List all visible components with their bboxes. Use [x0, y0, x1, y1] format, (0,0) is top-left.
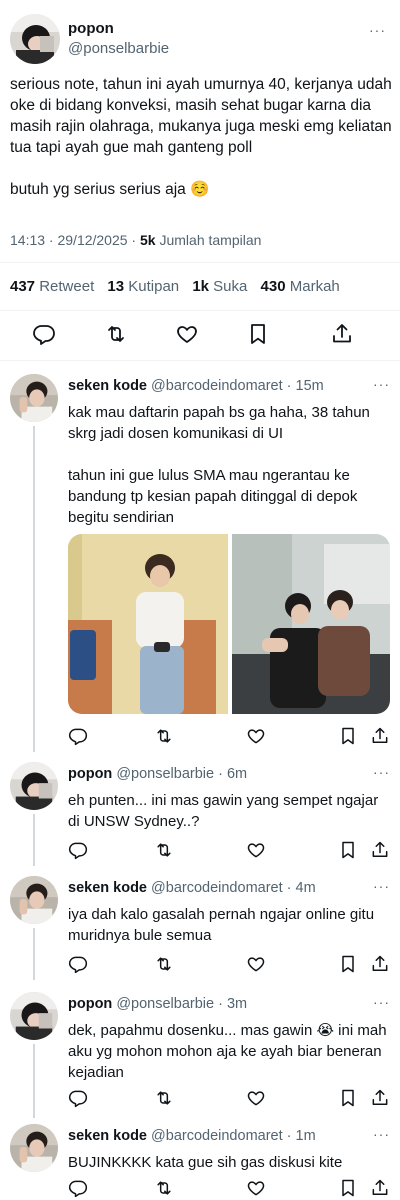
- bookmark-icon[interactable]: [338, 1178, 358, 1198]
- like-icon[interactable]: [246, 1178, 266, 1198]
- reply-icon[interactable]: [68, 726, 88, 746]
- reply-actions: [68, 1178, 390, 1200]
- bookmark-icon[interactable]: [338, 954, 358, 974]
- views-label: Jumlah tampilan: [159, 232, 262, 248]
- reply-header: popon @ponselbarbie · 6m: [68, 766, 247, 782]
- tweet-text: serious note, tahun ini ayah umurnya 40,…: [10, 76, 392, 198]
- author-name[interactable]: seken kode: [68, 880, 147, 896]
- bookmark-icon[interactable]: [246, 322, 270, 346]
- reply-text: BUJINKKKK kata gue sih gas diskusi kite: [68, 1154, 343, 1171]
- reply-actions: [68, 726, 390, 750]
- divider: [0, 360, 400, 361]
- like-icon[interactable]: [246, 840, 266, 860]
- retweet-icon[interactable]: [104, 322, 128, 346]
- more-options-icon[interactable]: ···: [373, 878, 390, 894]
- share-icon[interactable]: [370, 1088, 390, 1108]
- thread-line: [33, 1044, 35, 1118]
- stat-quotes[interactable]: 13 Kutipan: [107, 278, 179, 295]
- reply-item[interactable]: popon @ponselbarbie · 6m ··· eh punten..…: [0, 762, 400, 866]
- avatar[interactable]: [10, 992, 58, 1040]
- share-icon[interactable]: [330, 322, 354, 346]
- like-icon[interactable]: [246, 1088, 266, 1108]
- avatar[interactable]: [10, 14, 60, 64]
- reply-icon[interactable]: [32, 322, 56, 346]
- retweet-icon[interactable]: [154, 840, 174, 860]
- avatar[interactable]: [10, 374, 58, 422]
- photo-2[interactable]: [232, 534, 390, 714]
- more-options-icon[interactable]: ···: [373, 764, 390, 780]
- author-name[interactable]: seken kode: [68, 1128, 147, 1144]
- author-name[interactable]: popon: [68, 766, 112, 782]
- reply-header: seken kode @barcodeindomaret · 15m: [68, 378, 324, 394]
- author-handle[interactable]: @ponselbarbie: [68, 40, 169, 57]
- thread-line: [33, 928, 35, 980]
- thread-line: [33, 426, 35, 752]
- reply-item[interactable]: popon @ponselbarbie · 3m ··· dek, papahm…: [0, 992, 400, 1118]
- reply-text: iya dah kalo gasalah pernah ngajar onlin…: [68, 906, 375, 944]
- engagement-stats: 437 Retweet 13 Kutipan 1k Suka 430 Marka…: [10, 278, 349, 295]
- bookmark-icon[interactable]: [338, 840, 358, 860]
- like-icon[interactable]: [175, 322, 199, 346]
- thread-line: [33, 814, 35, 866]
- share-icon[interactable]: [370, 726, 390, 746]
- like-icon[interactable]: [246, 954, 266, 974]
- photo-1[interactable]: [68, 534, 228, 714]
- tweet-timestamp[interactable]: 14:13 · 29/12/2025 ·: [10, 232, 140, 248]
- reply-header: popon @ponselbarbie · 3m: [68, 996, 247, 1012]
- share-icon[interactable]: [370, 840, 390, 860]
- reply-icon[interactable]: [68, 840, 88, 860]
- reply-item[interactable]: seken kode @barcodeindomaret · 4m ··· iy…: [0, 876, 400, 980]
- avatar[interactable]: [10, 762, 58, 810]
- reply-text: eh punten... ini mas gawin yang sempet n…: [68, 792, 379, 830]
- author-name[interactable]: seken kode: [68, 378, 147, 394]
- retweet-icon[interactable]: [154, 726, 174, 746]
- bookmark-icon[interactable]: [338, 1088, 358, 1108]
- more-options-icon[interactable]: ···: [373, 994, 390, 1010]
- reply-actions: [68, 954, 390, 978]
- tweet-meta: 14:13 · 29/12/2025 · 5k Jumlah tampilan: [10, 232, 261, 248]
- reply-text: dek, papahmu dosenku... mas gawin 😭 ini …: [68, 1022, 387, 1081]
- author-handle-time[interactable]: @ponselbarbie · 6m: [116, 766, 247, 782]
- more-options-icon[interactable]: ···: [373, 376, 390, 392]
- stat-bookmarks[interactable]: 430 Markah: [261, 278, 340, 295]
- reply-header: seken kode @barcodeindomaret · 4m: [68, 880, 316, 896]
- author-handle-time[interactable]: @barcodeindomaret · 4m: [151, 880, 316, 896]
- reply-icon[interactable]: [68, 954, 88, 974]
- author-handle-time[interactable]: @ponselbarbie · 3m: [116, 996, 247, 1012]
- author-handle-time[interactable]: @barcodeindomaret · 15m: [151, 378, 324, 394]
- author-handle-time[interactable]: @barcodeindomaret · 1m: [151, 1128, 316, 1144]
- author-name[interactable]: popon: [68, 20, 114, 37]
- main-tweet-actions: [0, 318, 400, 352]
- like-icon[interactable]: [246, 726, 266, 746]
- bookmark-icon[interactable]: [338, 726, 358, 746]
- reply-text: kak mau daftarin papah bs ga haha, 38 ta…: [68, 404, 370, 526]
- more-options-icon[interactable]: ···: [369, 22, 386, 38]
- views-count: 5k: [140, 232, 156, 248]
- reply-item[interactable]: seken kode @barcodeindomaret · 1m ··· BU…: [0, 1124, 400, 1200]
- divider: [0, 310, 400, 311]
- reply-icon[interactable]: [68, 1088, 88, 1108]
- share-icon[interactable]: [370, 954, 390, 974]
- reply-icon[interactable]: [68, 1178, 88, 1198]
- reply-header: seken kode @barcodeindomaret · 1m: [68, 1128, 316, 1144]
- reply-item[interactable]: seken kode @barcodeindomaret · 15m ··· k…: [0, 374, 400, 752]
- retweet-icon[interactable]: [154, 1178, 174, 1198]
- stat-retweets[interactable]: 437 Retweet: [10, 278, 94, 295]
- share-icon[interactable]: [370, 1178, 390, 1198]
- avatar[interactable]: [10, 1124, 58, 1172]
- reply-actions: [68, 1088, 390, 1112]
- divider: [0, 262, 400, 263]
- main-tweet-header: popon @ponselbarbie ···: [10, 12, 390, 68]
- media-grid: [68, 534, 390, 714]
- retweet-icon[interactable]: [154, 1088, 174, 1108]
- stat-likes[interactable]: 1k Suka: [192, 278, 247, 295]
- more-options-icon[interactable]: ···: [373, 1126, 390, 1142]
- retweet-icon[interactable]: [154, 954, 174, 974]
- author-name[interactable]: popon: [68, 996, 112, 1012]
- reply-actions: [68, 840, 390, 864]
- avatar[interactable]: [10, 876, 58, 924]
